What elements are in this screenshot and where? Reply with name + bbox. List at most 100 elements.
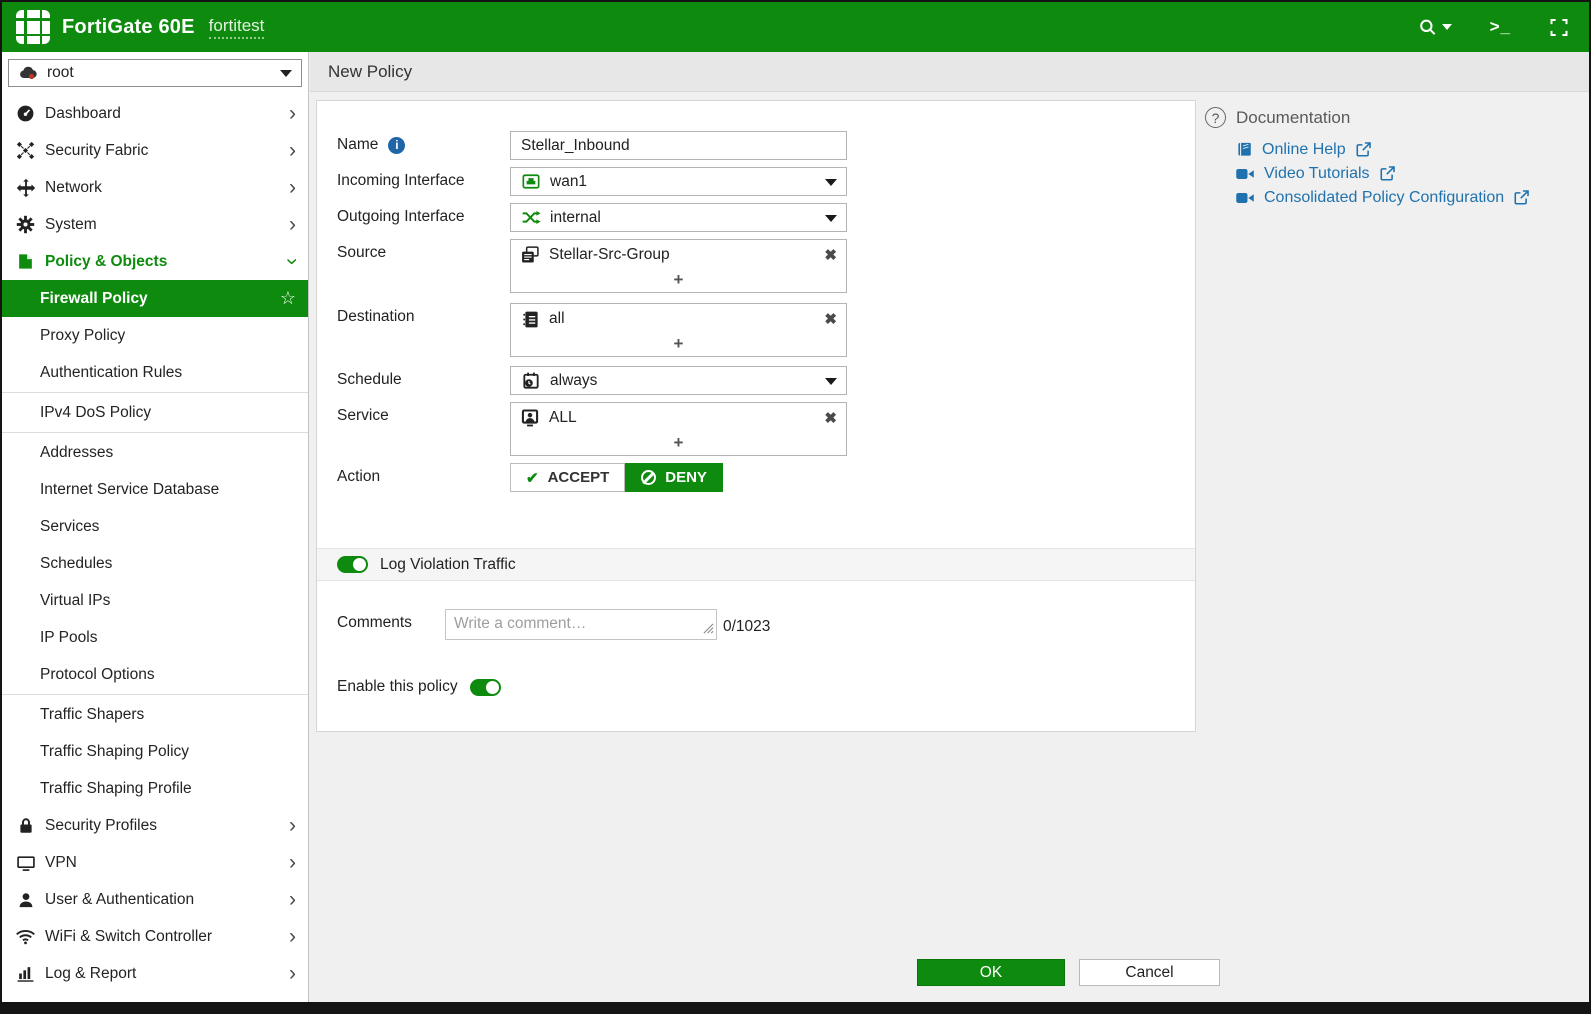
sidebar-item-label: Services [40,518,99,536]
form-footer: OK Cancel [917,959,1220,986]
service-row: Service ALL ✖ + [317,402,1195,456]
sidebar-item-label: VPN [45,854,77,872]
sidebar-item-label: IP Pools [40,629,97,647]
outgoing-interface-value: internal [550,209,601,227]
arrows-icon [14,178,37,198]
page-icon [14,252,37,271]
sidebar-item-log-and-report[interactable]: Log & Report› [2,955,308,992]
sidebar-item-system[interactable]: System› [2,206,308,243]
incoming-interface-label: Incoming Interface [337,167,510,190]
sidebar-item-label: IPv4 DoS Policy [40,404,151,422]
sidebar-item-policy-and-objects[interactable]: Policy & Objects› [2,243,308,280]
sidebar-item-traffic-shaping-policy[interactable]: Traffic Shaping Policy [2,733,308,770]
sidebar-item-firewall-policy[interactable]: Firewall Policy☆ [2,280,308,317]
log-violation-toggle[interactable] [337,556,368,573]
cli-console-button[interactable]: >_ [1490,17,1511,37]
service-entry-label: ALL [549,409,577,427]
chevron-right-icon: › [289,214,296,235]
sidebar-item-user-and-authentication[interactable]: User & Authentication› [2,881,308,918]
destination-entry[interactable]: all ✖ [511,304,846,334]
name-row: Name i [317,131,1195,160]
nav-divider [2,432,308,433]
comments-textarea[interactable] [445,609,717,640]
search-icon [1418,17,1438,38]
chevron-right-icon: › [289,140,296,161]
chevron-down-icon [825,179,837,186]
incoming-interface-select[interactable]: wan1 [510,167,847,196]
name-label: Name [337,136,378,154]
sidebar-item-protocol-options[interactable]: Protocol Options [2,656,308,693]
ok-button[interactable]: OK [917,959,1065,986]
gear-icon [14,215,37,234]
sidebar-item-addresses[interactable]: Addresses [2,434,308,471]
log-violation-label: Log Violation Traffic [380,556,516,574]
add-service-button[interactable]: + [511,433,846,455]
doc-link-online-help[interactable]: Online Help [1235,138,1585,161]
doc-link-video-tutorials[interactable]: Video Tutorials [1235,162,1585,185]
doc-link-consolidated-policy-configuration[interactable]: Consolidated Policy Configuration [1235,186,1585,209]
name-input[interactable] [510,131,847,160]
schedule-select[interactable]: always [510,366,847,395]
sidebar-item-authentication-rules[interactable]: Authentication Rules [2,354,308,391]
sidebar-item-label: Security Fabric [45,142,148,160]
sidebar-item-services[interactable]: Services [2,508,308,545]
chevron-right-icon: › [289,103,296,124]
remove-service-icon[interactable]: ✖ [824,409,837,427]
chevron-right-icon: › [289,852,296,873]
service-entry[interactable]: ALL ✖ [511,403,846,433]
cancel-button[interactable]: Cancel [1079,959,1220,986]
sidebar-item-label: Security Profiles [45,817,157,835]
info-icon[interactable]: i [388,137,405,154]
log-violation-row: Log Violation Traffic [317,548,1195,581]
enable-policy-toggle[interactable] [470,679,501,696]
chevron-down-icon [825,378,837,385]
remove-destination-icon[interactable]: ✖ [824,310,837,328]
sidebar-item-label: Policy & Objects [45,253,167,271]
destination-row: Destination all ✖ + [317,303,1195,357]
sidebar-item-label: Protocol Options [40,666,155,684]
source-entry[interactable]: Stellar-Src-Group ✖ [511,240,846,270]
fullscreen-button[interactable] [1549,17,1569,38]
sidebar-item-internet-service-database[interactable]: Internet Service Database [2,471,308,508]
chevron-right-icon: › [289,177,296,198]
sidebar-item-security-fabric[interactable]: Security Fabric › [2,132,308,169]
page-title: New Policy [310,52,1589,92]
address-list-icon [520,310,540,329]
hostname-label: fortitest [209,16,265,39]
sidebar-item-vpn[interactable]: VPN › [2,844,308,881]
chevron-right-icon: › [289,926,296,947]
sidebar-item-virtual-ips[interactable]: Virtual IPs [2,582,308,619]
outgoing-interface-select[interactable]: internal [510,203,847,232]
vdom-cloud-icon [18,63,38,83]
favorite-star-icon[interactable]: ☆ [280,288,296,309]
remove-source-icon[interactable]: ✖ [824,246,837,264]
destination-box: all ✖ + [510,303,847,357]
search-button[interactable] [1418,17,1452,38]
doc-link-label: Consolidated Policy Configuration [1264,189,1504,207]
sidebar-item-ip-pools[interactable]: IP Pools [2,619,308,656]
sidebar-item-label: Log & Report [45,965,136,983]
lock-icon [14,817,37,835]
deny-button[interactable]: DENY [625,463,723,492]
sidebar-item-label: Internet Service Database [40,481,219,499]
sidebar-item-traffic-shaping-profile[interactable]: Traffic Shaping Profile [2,770,308,807]
add-destination-button[interactable]: + [511,334,846,356]
sidebar-item-label: Network [45,179,102,197]
sidebar-item-ipv4-dos-policy[interactable]: IPv4 DoS Policy [2,394,308,431]
outgoing-interface-row: Outgoing Interface internal [317,203,1195,232]
comments-counter: 0/1023 [723,609,770,636]
sidebar-item-traffic-shapers[interactable]: Traffic Shapers [2,696,308,733]
sidebar-item-security-profiles[interactable]: Security Profiles› [2,807,308,844]
sidebar-item-proxy-policy[interactable]: Proxy Policy [2,317,308,354]
top-bar: FortiGate 60E fortitest >_ [2,2,1589,52]
sidebar-item-network[interactable]: Network › [2,169,308,206]
add-source-button[interactable]: + [511,270,846,292]
sidebar-item-wifi-and-switch-controller[interactable]: WiFi & Switch Controller› [2,918,308,955]
nav-divider [2,392,308,393]
accept-button[interactable]: ✔ ACCEPT [510,463,625,492]
destination-entry-label: all [549,310,565,328]
sidebar-item-dashboard[interactable]: Dashboard› [2,95,308,132]
vdom-selector[interactable]: root [8,59,302,87]
sidebar-item-schedules[interactable]: Schedules [2,545,308,582]
external-link-icon [1379,165,1396,182]
